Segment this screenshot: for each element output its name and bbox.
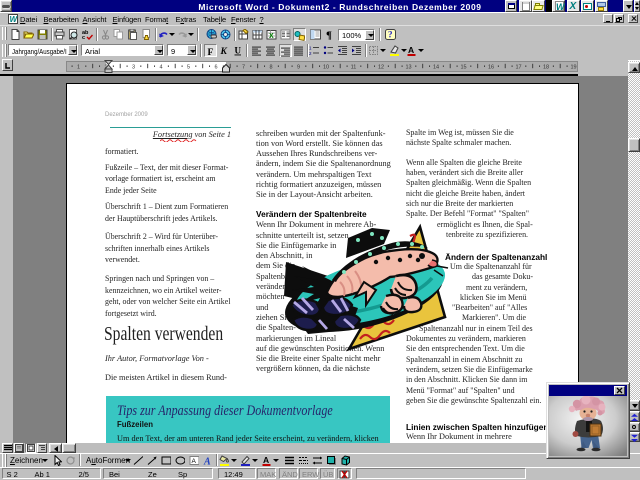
svg-text:11: 11 — [351, 64, 357, 70]
svg-text:15: 15 — [460, 64, 466, 70]
svg-text:9: 9 — [297, 64, 300, 70]
svg-text:A: A — [203, 456, 211, 466]
svg-text:7: 7 — [242, 64, 245, 70]
svg-text:13: 13 — [405, 64, 411, 70]
svg-text:c: c — [82, 35, 85, 40]
svg-text:A: A — [408, 45, 414, 55]
svg-text:3: 3 — [132, 64, 135, 70]
svg-text:A: A — [192, 458, 197, 465]
svg-text:17: 17 — [515, 64, 521, 70]
svg-text:U: U — [235, 45, 242, 55]
svg-text:6: 6 — [214, 64, 217, 70]
svg-text:12: 12 — [378, 64, 384, 70]
svg-text:1: 1 — [77, 64, 80, 70]
svg-text:¶: ¶ — [326, 29, 332, 40]
svg-text:14: 14 — [433, 64, 439, 70]
svg-text:19: 19 — [570, 64, 576, 70]
svg-text:16: 16 — [488, 64, 494, 70]
svg-text:10: 10 — [323, 64, 329, 70]
svg-text:1: 1 — [309, 45, 312, 50]
svg-text:4: 4 — [159, 64, 162, 70]
svg-text:18: 18 — [543, 64, 549, 70]
svg-text:2: 2 — [309, 51, 312, 56]
svg-text:K: K — [220, 47, 228, 56]
svg-text:F: F — [208, 48, 214, 57]
svg-text:A: A — [263, 455, 269, 465]
svg-text:?: ? — [388, 29, 393, 39]
svg-text:5: 5 — [187, 64, 190, 70]
svg-text:X: X — [269, 33, 274, 40]
svg-text:8: 8 — [269, 64, 272, 70]
